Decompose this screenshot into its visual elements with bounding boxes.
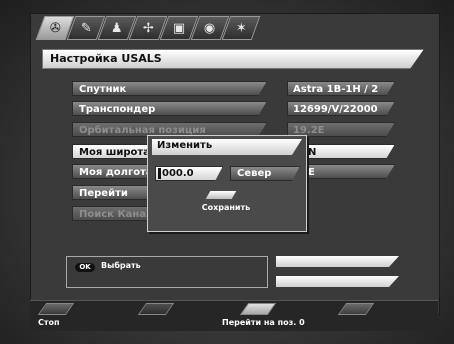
text-cursor — [158, 168, 161, 179]
direction-value: Север — [237, 168, 272, 179]
edit-dialog: Изменить 000.0 Север Сохранить — [147, 135, 307, 232]
row-transponder[interactable]: Транспондер — [72, 101, 267, 116]
help-box: OK Выбрать — [66, 256, 268, 288]
dialog-title: Изменить — [157, 140, 213, 151]
tools-icon: ✎ — [80, 20, 92, 36]
save-button[interactable] — [205, 191, 237, 199]
value-transponder[interactable]: 12699/V/22000 — [287, 101, 395, 116]
tv-icon: ▣ — [172, 20, 186, 36]
dialog-title-bar: Изменить — [152, 139, 302, 155]
row-satellite[interactable]: Спутник — [72, 81, 267, 96]
network-icon: ✶ — [235, 20, 247, 36]
status-bar-2 — [276, 276, 399, 287]
status-bar-1 — [276, 256, 399, 267]
latitude-value-input[interactable]: 000.0 — [155, 166, 223, 181]
save-label: Сохранить — [201, 203, 251, 212]
page-title: Настройка USALS — [50, 52, 162, 65]
stop-label: Стоп — [38, 318, 60, 327]
disc-icon: ◉ — [204, 20, 216, 36]
satellite-dish-icon: ✇ — [49, 20, 61, 36]
ok-hint-label: Выбрать — [101, 261, 141, 270]
person-icon: ♟ — [111, 20, 123, 36]
direction-select[interactable]: Север — [230, 166, 300, 181]
antenna-icon: ✢ — [142, 20, 154, 36]
goto-position-label: Перейти на поз. 0 — [222, 318, 305, 327]
value-satellite[interactable]: Astra 1B-1H / 2 — [287, 81, 395, 96]
latitude-value: 000.0 — [162, 168, 194, 179]
icon-tab-bar: ✇ ✎ ♟ ✢ ▣ ◉ ✶ — [35, 16, 261, 40]
ok-key-badge: OK — [75, 263, 95, 272]
page-title-bar: Настройка USALS — [42, 49, 424, 69]
